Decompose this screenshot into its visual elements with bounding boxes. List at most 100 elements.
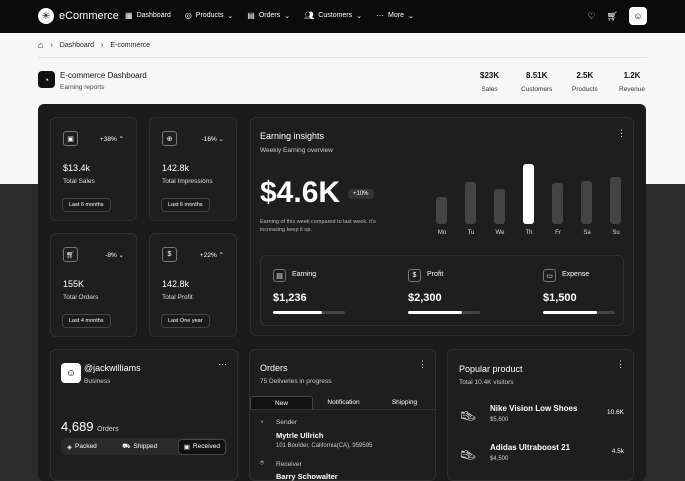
chart-x-label: We [495, 230, 505, 236]
truck-icon: ⛟ [122, 443, 131, 450]
summary-sales: $23K Sales [480, 71, 500, 93]
range-badge[interactable]: Last 6 months [62, 198, 111, 212]
chevron-down-icon: ⌄ [218, 136, 224, 143]
stat-card-orders[interactable]: 🛒︎ -8% ⌄ 155K Total Orders Last 4 months [50, 233, 137, 337]
card-icon: ▭ [543, 269, 556, 282]
chart-bar [494, 189, 505, 224]
receiver-name: Barry Schowalter [276, 472, 338, 481]
chevron-up-icon: ⌃ [218, 252, 224, 259]
list-item[interactable]: 👟︎ Nike Vision Low Shoes $5,600 10.6K [459, 404, 624, 428]
pie-chart-icon: ◔ [38, 71, 55, 88]
cart-icon[interactable]: 🛒︎ [607, 11, 618, 22]
tab-new[interactable]: New [250, 396, 313, 409]
nav-item-customers[interactable]: 👥︎ Customers ⌄ [304, 11, 362, 20]
chart-x-label: Mo [437, 230, 447, 236]
more-options-icon[interactable]: ⋮ [617, 128, 626, 139]
order-count: 4,689 Orders [61, 419, 119, 434]
tab-notification[interactable]: Notification [313, 396, 374, 409]
dashboard-icon: ▦ [125, 11, 133, 20]
profile-card: ☺ @jackwilliams Business ⋯ 4,689 Orders … [50, 349, 238, 481]
earning-note: Earning of this week compared to last we… [260, 219, 376, 234]
tab-shipping[interactable]: Shipping [374, 396, 435, 409]
chevron-down-icon: ⌄ [356, 12, 363, 20]
dollar-icon: $ [408, 269, 421, 282]
chart-bar [436, 197, 447, 224]
package-icon: ◈ [67, 443, 72, 451]
profile-name: @jackwilliams [84, 363, 141, 373]
chevron-down-icon: ⌄ [284, 12, 291, 20]
heart-icon[interactable]: ♡ [587, 11, 595, 22]
avatar[interactable]: ☺ [61, 363, 81, 383]
breadcrumb: ⌂ › Dashboard › E-commerce [38, 40, 150, 50]
orders-subtitle: 75 Deliveries in progress [260, 378, 332, 385]
stat-card-profit[interactable]: $ +22% ⌃ 142.8k Total Profit Last One ye… [149, 233, 237, 337]
nav-item-products[interactable]: ◎ Products ⌄ [185, 11, 233, 20]
main-nav: ▦ Dashboard ◎ Products ⌄ ▤ Orders ⌄ 👥︎ Custome… [125, 11, 414, 20]
chart-x-label: Fr [555, 230, 561, 236]
stat-card-sales[interactable]: ▣ +38% ⌃ $13.4k Total Sales Last 6 month… [50, 117, 137, 221]
chart-bar [581, 181, 592, 224]
weekly-earning-chart: Mo Tu We Th Fr Sa Su [436, 162, 626, 242]
stat-card-impressions[interactable]: ⊕ -16% ⌄ 142.8k Total Impressions Last 6… [149, 117, 237, 221]
popular-title: Popular product [459, 364, 523, 374]
more-options-icon[interactable]: ⋮ [418, 359, 427, 370]
metric-expense: ▭ Expense $1,500 [531, 256, 651, 326]
earning-metrics: ▤ Earning $1,236 $ Profit $2,300 ▭ Expen… [260, 255, 624, 326]
progress-fill [273, 311, 322, 314]
chevron-down-icon: ⌄ [407, 12, 414, 20]
chart-x-label: Tu [467, 230, 475, 236]
summary-revenue: 1.2K Revenue [619, 71, 646, 93]
nav-item-orders[interactable]: ▤ Orders ⌄ [247, 11, 290, 20]
popular-subtitle: Total 10.4K visitors [459, 379, 514, 386]
progress-track [543, 311, 615, 314]
chart-x-label: Th [525, 230, 533, 236]
earning-badge: +10% [348, 189, 374, 199]
range-badge[interactable]: Last 4 months [62, 314, 111, 328]
brand-logo-icon[interactable]: ✳ [38, 8, 54, 24]
range-badge[interactable]: Last One year [161, 314, 210, 328]
chevron-right-icon: › [101, 41, 104, 49]
popular-product-card: Popular product Total 10.4K visitors ⋮ 👟… [447, 349, 634, 481]
nav-actions: ♡ 🛒︎ ☺ [587, 7, 647, 25]
breadcrumb-dashboard[interactable]: Dashboard [60, 42, 94, 49]
chart-bar [552, 183, 563, 224]
progress-fill [408, 311, 462, 314]
receiver-label: Receiver [276, 461, 302, 468]
chevron-right-icon: › [50, 41, 53, 49]
image-icon: ▣ [63, 131, 78, 146]
segment-shipped[interactable]: ⛟ Shipped [117, 439, 162, 454]
progress-track [273, 311, 345, 314]
list-item[interactable]: 👟︎ Adidas Ultraboost 21 $4,500 4.5k [459, 443, 624, 467]
brand-name[interactable]: eCommerce [59, 10, 119, 22]
location-pin-icon: ⌾ [260, 460, 265, 467]
page-title: E-commerce Dashboard [60, 71, 147, 80]
earning-title: Earning insights [260, 131, 325, 141]
sender-label: Sender [276, 419, 297, 426]
nav-item-dashboard[interactable]: ▦ Dashboard [125, 11, 171, 20]
segment-packed[interactable]: ◈ Packed [62, 440, 102, 454]
more-options-icon[interactable]: ⋮ [616, 359, 625, 370]
segment-received[interactable]: ▣ Received [177, 438, 226, 455]
users-icon: 👥︎ [304, 11, 315, 20]
chart-bar [465, 182, 476, 224]
progress-fill [543, 311, 597, 314]
breadcrumb-ecommerce: E-commerce [110, 41, 151, 49]
divider [38, 57, 647, 58]
inbox-icon: ▣ [183, 443, 190, 451]
home-icon[interactable]: ⌂ [38, 40, 43, 50]
sender-name: Mytrle Ullrich [276, 431, 324, 440]
dots-icon: ⋯ [376, 11, 385, 20]
chart-x-label: Su [612, 230, 620, 236]
range-badge[interactable]: Last 6 months [161, 198, 210, 212]
progress-track [408, 311, 480, 314]
orders-card: Orders 75 Deliveries in progress ⋮ New N… [249, 349, 436, 481]
order-status-segments: ◈ Packed ⛟ Shipped ▣ Received [61, 438, 227, 455]
summary-customers: 8.51K Customers [521, 71, 553, 93]
chart-bar [523, 164, 534, 224]
summary-products: 2.5K Products [572, 71, 598, 93]
more-options-icon[interactable]: ⋯ [218, 359, 227, 370]
earning-amount: $4.6K [260, 176, 341, 209]
user-avatar[interactable]: ☺ [629, 7, 647, 25]
nav-item-more[interactable]: ⋯ More ⌄ [376, 11, 414, 20]
globe-icon: ⊕ [162, 131, 177, 146]
